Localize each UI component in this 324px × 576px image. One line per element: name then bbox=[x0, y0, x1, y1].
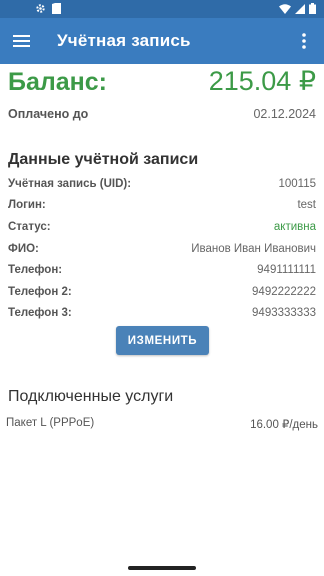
login-value: test bbox=[297, 199, 316, 211]
service-name: Пакет L (PPPoE) bbox=[6, 417, 95, 429]
uid-value: 100115 bbox=[278, 178, 316, 190]
fio-label: ФИО: bbox=[8, 243, 39, 255]
service-price: 16.00 ₽/день bbox=[250, 419, 318, 431]
phone2-label: Телефон 2: bbox=[8, 286, 72, 298]
paid-until-value: 02.12.2024 bbox=[253, 107, 316, 121]
login-row: Логин: test bbox=[8, 199, 316, 217]
phone-value: 9491111111 bbox=[257, 264, 316, 276]
balance-label: Баланс: bbox=[8, 68, 107, 96]
status-value: активна bbox=[273, 221, 316, 233]
services-section-title: Подключенные услуги bbox=[8, 388, 174, 405]
phone-row: Телефон: 9491111111 bbox=[8, 264, 316, 282]
status-label: Статус: bbox=[8, 221, 51, 233]
balance-value: 215.04 ₽ bbox=[208, 66, 316, 96]
page-title: Учётная запись bbox=[57, 31, 191, 50]
wifi-icon bbox=[279, 3, 291, 14]
paid-until-row: Оплачено до 02.12.2024 bbox=[8, 107, 316, 125]
fio-row: ФИО: Иванов Иван Иванович bbox=[8, 243, 316, 261]
app-bar: Учётная запись bbox=[0, 18, 324, 64]
sim-icon bbox=[52, 3, 61, 14]
phone2-row: Телефон 2: 9492222222 bbox=[8, 286, 316, 304]
battery-icon bbox=[309, 3, 316, 14]
fio-value: Иванов Иван Иванович bbox=[191, 243, 316, 255]
phone2-value: 9492222222 bbox=[252, 286, 316, 298]
menu-icon[interactable] bbox=[10, 29, 34, 53]
uid-row: Учётная запись (UID): 100115 bbox=[8, 178, 316, 196]
edit-button[interactable]: ИЗМЕНИТЬ bbox=[116, 326, 209, 355]
account-section-title: Данные учётной записи bbox=[8, 151, 199, 168]
phone3-value: 9493333333 bbox=[252, 307, 316, 319]
home-gesture-handle[interactable] bbox=[128, 566, 196, 570]
more-vert-icon[interactable] bbox=[292, 29, 316, 53]
phone3-label: Телефон 3: bbox=[8, 307, 72, 319]
login-label: Логин: bbox=[8, 199, 46, 211]
signal-icon bbox=[295, 3, 305, 14]
phone3-row: Телефон 3: 9493333333 bbox=[8, 307, 316, 325]
phone-label: Телефон: bbox=[8, 264, 63, 276]
status-row: Статус: активна bbox=[8, 221, 316, 239]
uid-label: Учётная запись (UID): bbox=[8, 178, 132, 190]
gear-icon bbox=[36, 4, 45, 13]
status-bar bbox=[0, 0, 324, 18]
paid-until-label: Оплачено до bbox=[8, 107, 89, 121]
navigation-bar bbox=[0, 560, 324, 576]
